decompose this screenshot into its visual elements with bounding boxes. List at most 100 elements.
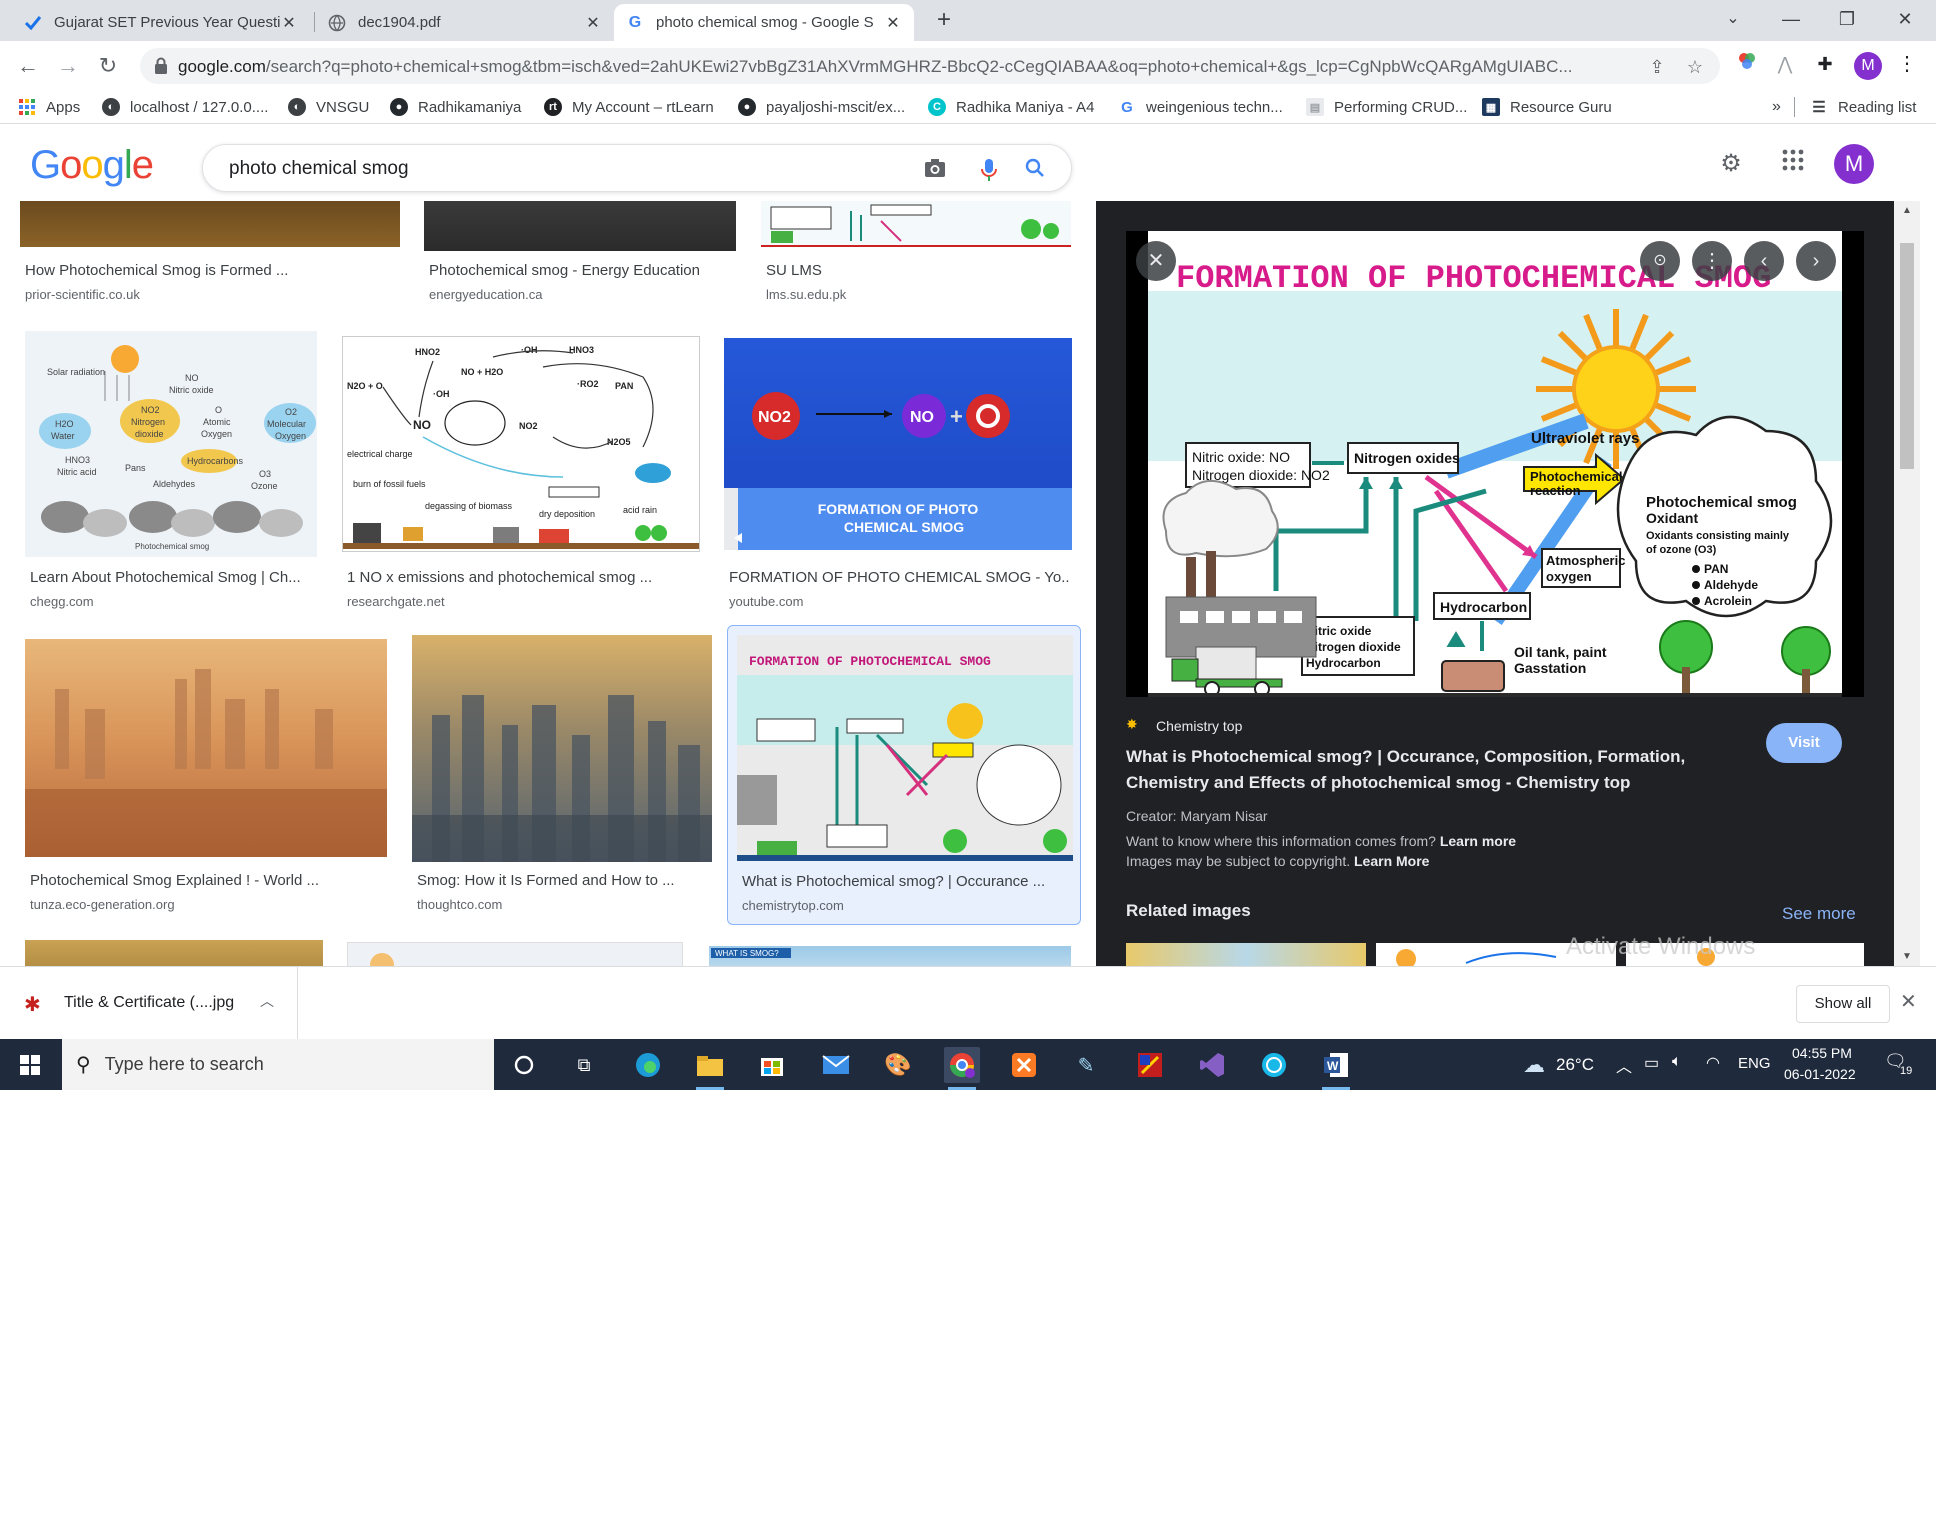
image-result-prior-scientific[interactable]: How Photochemical Smog is Formed ... pri… — [20, 201, 400, 302]
scroll-up-arrow-icon[interactable]: ▲ — [1900, 205, 1914, 216]
volume-icon[interactable]: 🔈︎ — [1672, 1053, 1682, 1071]
bookmark-payaljoshi[interactable]: ● payaljoshi-mscit/ex... — [738, 96, 905, 118]
result-thumbnail[interactable] — [20, 201, 400, 247]
restore-icon[interactable]: ❐ — [1824, 4, 1870, 34]
close-window-icon[interactable]: ✕ — [1882, 4, 1928, 34]
search-input[interactable]: photo chemical smog — [229, 158, 409, 180]
lens-search-icon[interactable]: ⊙ — [1640, 241, 1680, 281]
visit-button[interactable]: Visit — [1766, 723, 1842, 763]
result-caption[interactable]: Photochemical Smog Explained ! - World .… — [30, 872, 386, 889]
preview-title-link[interactable]: What is Photochemical smog? | Occurance,… — [1126, 744, 1736, 796]
bookmark-radhikamaniya[interactable]: ● Radhikamaniya — [390, 96, 521, 118]
see-more-link[interactable]: See more — [1782, 904, 1856, 924]
tab-search-chevron-icon[interactable]: ⌄ — [1710, 4, 1756, 34]
bookmark-apps[interactable]: Apps — [18, 96, 80, 118]
image-result-row4-2[interactable] — [347, 942, 685, 966]
result-source[interactable]: thoughtco.com — [417, 897, 502, 912]
language-indicator[interactable]: ENG — [1738, 1055, 1771, 1072]
download-item[interactable]: ✱ Title & Certificate (....jpg ︿ — [0, 967, 298, 1039]
settings-gear-icon[interactable]: ⚙ — [1716, 149, 1746, 179]
image-result-researchgate[interactable]: HNO2 ·OH HNO3 N2O + O NO + H2O ·OH ·RO2 … — [342, 336, 704, 611]
bookmark-weingenious[interactable]: G weingenious techn... — [1118, 96, 1283, 118]
result-thumbnail[interactable]: FORMATION OF PHOTOCHEMICAL SMOG — [737, 635, 1073, 861]
clock-date[interactable]: 06-01-2022 — [1784, 1066, 1856, 1082]
scrollbar-thumb[interactable] — [1900, 243, 1914, 469]
show-hidden-icons-chevron[interactable]: ︿ — [1616, 1053, 1632, 1077]
time-tracker-icon[interactable] — [1256, 1047, 1292, 1083]
bookmark-localhost[interactable]: ◐ localhost / 127.0.0.... — [102, 96, 268, 118]
image-result-su-lms[interactable]: SU LMS lms.su.edu.pk — [761, 201, 1073, 302]
result-source[interactable]: youtube.com — [729, 594, 803, 609]
result-source[interactable]: chegg.com — [30, 594, 94, 609]
bookmark-vnsgu[interactable]: ◐ VNSGU — [288, 96, 369, 118]
reading-list-button[interactable]: ☰ Reading list — [1810, 96, 1916, 118]
word-icon[interactable]: W — [1318, 1047, 1354, 1090]
chevron-up-icon[interactable]: ︿ — [260, 991, 274, 1011]
image-result-chegg[interactable]: Solar radiation NO Nitric oxide NO2 Nitr… — [25, 331, 320, 611]
profile-avatar[interactable]: M — [1854, 52, 1882, 80]
preview-site[interactable]: ✸ Chemistry top — [1126, 716, 1242, 736]
tab-google-images[interactable]: G photo chemical smog - Google S ✕ — [614, 4, 914, 41]
close-download-bar-icon[interactable]: ✕ — [1900, 989, 1917, 1014]
result-caption[interactable]: How Photochemical Smog is Formed ... — [25, 262, 395, 279]
result-thumbnail[interactable] — [424, 201, 736, 251]
result-thumbnail[interactable]: Solar radiation NO Nitric oxide NO2 Nitr… — [25, 331, 317, 557]
result-thumbnail[interactable] — [412, 635, 712, 862]
image-result-youtube[interactable]: NO2 NO + FORMATION OF PHOTO CHEMICAL SMO… — [724, 338, 1074, 611]
result-thumbnail[interactable] — [25, 940, 323, 966]
snipping-tool-icon[interactable] — [1132, 1047, 1168, 1083]
clock-time[interactable]: 04:55 PM — [1792, 1045, 1852, 1061]
result-thumbnail[interactable]: HNO2 ·OH HNO3 N2O + O NO + H2O ·OH ·RO2 … — [342, 336, 700, 552]
edge-icon[interactable] — [630, 1047, 666, 1083]
minimize-icon[interactable]: — — [1768, 4, 1814, 34]
bookmark-resource-guru[interactable]: ▦ Resource Guru — [1482, 96, 1612, 118]
image-result-chemistrytop-selected[interactable]: FORMATION OF PHOTOCHEMICAL SMOG What is … — [727, 625, 1081, 925]
battery-icon[interactable]: ▭ — [1644, 1053, 1659, 1073]
image-result-row4-3[interactable]: WHAT IS SMOG? — [709, 946, 1073, 966]
mail-icon[interactable] — [818, 1047, 854, 1083]
image-result-tunza[interactable]: Photochemical Smog Explained ! - World .… — [25, 639, 389, 919]
page-scrollbar[interactable]: ▲ ▼ — [1894, 201, 1920, 966]
camera-icon[interactable] — [923, 158, 947, 182]
search-icon[interactable] — [1023, 158, 1047, 182]
paint-icon[interactable]: 🎨 — [880, 1047, 916, 1083]
preview-image[interactable]: FORMATION OF PHOTOCHEMICAL SMOG Ultravio… — [1126, 231, 1864, 697]
more-options-icon[interactable]: ⋮ — [1692, 241, 1732, 281]
windows-start-icon[interactable] — [0, 1039, 60, 1090]
share-icon[interactable]: ⇪ — [1646, 56, 1668, 78]
bookmark-star-icon[interactable]: ☆ — [1684, 56, 1706, 78]
image-result-energy-education[interactable]: Photochemical smog - Energy Education en… — [424, 201, 784, 302]
weather-cloud-icon[interactable]: ☁ — [1516, 1047, 1552, 1083]
result-caption[interactable]: 1 NO x emissions and photochemical smog … — [347, 569, 702, 586]
result-thumbnail[interactable] — [347, 942, 683, 966]
result-source[interactable]: energyeducation.ca — [429, 287, 542, 302]
extension-a-icon[interactable]: ⋀ — [1772, 51, 1798, 77]
image-result-thoughtco[interactable]: Smog: How it Is Formed and How to ... th… — [412, 635, 716, 919]
result-caption[interactable]: SU LMS — [766, 262, 1066, 279]
result-thumbnail[interactable]: WHAT IS SMOG? — [709, 946, 1071, 966]
temperature[interactable]: 26°C — [1556, 1055, 1594, 1075]
taskbar-search-box[interactable]: ⚲ Type here to search — [62, 1039, 494, 1090]
chrome-icon[interactable] — [944, 1047, 980, 1090]
microsoft-store-icon[interactable] — [754, 1047, 790, 1083]
related-image[interactable] — [1376, 943, 1616, 966]
result-thumbnail[interactable] — [761, 201, 1071, 247]
next-image-chevron-icon[interactable]: › — [1796, 241, 1836, 281]
close-tab-icon[interactable]: ✕ — [584, 13, 602, 33]
new-tab-button[interactable]: + — [930, 6, 958, 34]
forward-arrow-icon[interactable]: → — [52, 50, 84, 82]
task-view-icon[interactable]: ⧉ — [566, 1047, 602, 1083]
bookmark-rtlearn[interactable]: rt My Account – rtLearn — [544, 96, 714, 118]
result-caption[interactable]: What is Photochemical smog? | Occurance … — [742, 873, 1072, 890]
image-result-row4-1[interactable] — [25, 940, 323, 966]
result-source[interactable]: chemistrytop.com — [742, 898, 844, 913]
address-bar[interactable]: google.com/search?q=photo+chemical+smog&… — [140, 48, 1720, 84]
result-source[interactable]: researchgate.net — [347, 594, 445, 609]
result-caption[interactable]: Smog: How it Is Formed and How to ... — [417, 872, 717, 889]
color-extension-icon[interactable] — [1734, 51, 1760, 77]
browser-menu-icon[interactable]: ⋮ — [1894, 51, 1920, 77]
google-account-avatar[interactable]: M — [1834, 144, 1874, 184]
microphone-icon[interactable] — [977, 158, 1001, 182]
close-tab-icon[interactable]: ✕ — [884, 13, 902, 33]
google-apps-icon[interactable] — [1778, 149, 1808, 179]
